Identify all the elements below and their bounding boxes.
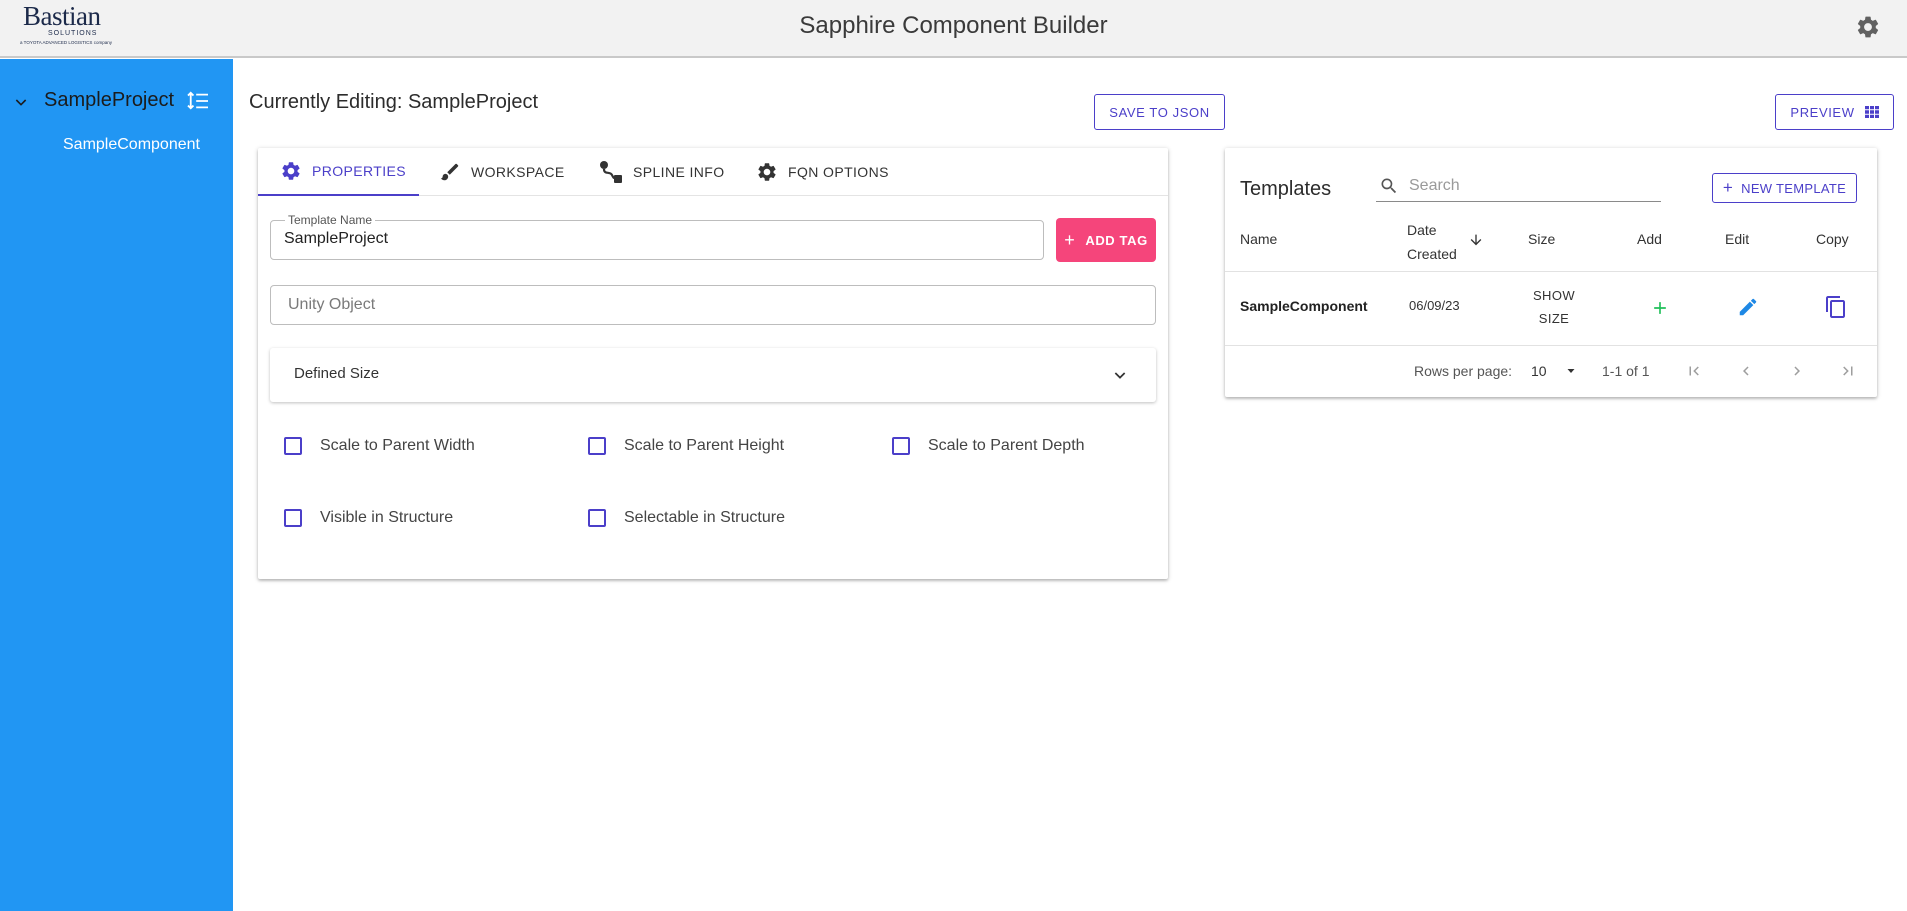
arrow-down-icon[interactable] <box>1468 232 1484 248</box>
checkbox-label: Scale to Parent Depth <box>928 437 1085 454</box>
brush-icon <box>440 163 459 181</box>
pagination-range: 1-1 of 1 <box>1602 363 1650 379</box>
add-tag-button[interactable]: + ADD TAG <box>1056 218 1156 262</box>
checkbox-box <box>284 437 302 455</box>
sort-list-icon[interactable] <box>187 91 209 111</box>
defined-size-panel[interactable]: Defined Size <box>270 348 1156 402</box>
templates-title: Templates <box>1240 178 1332 200</box>
defined-size-label: Defined Size <box>294 365 380 382</box>
rows-per-page-value: 10 <box>1531 363 1547 379</box>
gear-icon <box>758 163 776 181</box>
visible-in-structure-checkbox[interactable]: Visible in Structure <box>284 509 453 527</box>
app-header: Bastian SOLUTIONS a TOYOTA ADVANCED LOGI… <box>0 0 1907 58</box>
checkbox-label: Scale to Parent Width <box>320 437 475 454</box>
column-header-size: Size <box>1528 231 1556 247</box>
unity-object-placeholder: Unity Object <box>288 296 376 313</box>
chevron-down-icon <box>1114 372 1126 379</box>
save-to-json-label: SAVE TO JSON <box>1109 104 1210 120</box>
checkbox-label: Selectable in Structure <box>624 509 785 526</box>
search-input[interactable] <box>1409 174 1659 198</box>
add-tag-label: ADD TAG <box>1085 232 1148 248</box>
column-header-name[interactable]: Name <box>1240 231 1277 247</box>
sidebar <box>0 59 233 911</box>
date-header-line2: Created <box>1407 246 1457 262</box>
tab-workspace-label: WORKSPACE <box>471 164 565 180</box>
checkbox-box <box>588 437 606 455</box>
column-header-date-created[interactable]: Date Created <box>1407 218 1457 266</box>
template-name-label: Template Name <box>285 213 376 227</box>
next-page-icon[interactable] <box>1788 362 1806 380</box>
scale-to-parent-width-checkbox[interactable]: Scale to Parent Width <box>284 437 475 455</box>
tab-fqn-options-label: FQN OPTIONS <box>788 164 889 180</box>
chevron-down-icon[interactable] <box>13 94 29 110</box>
gear-icon <box>282 162 300 180</box>
tab-properties-label: PROPERTIES <box>312 163 406 179</box>
checkbox-box <box>284 509 302 527</box>
checkbox-box <box>892 437 910 455</box>
add-icon[interactable] <box>1650 298 1670 318</box>
checkbox-label: Visible in Structure <box>320 509 454 526</box>
plus-icon: + <box>1722 178 1734 197</box>
tab-properties[interactable]: PROPERTIES <box>258 148 419 196</box>
column-header-add: Add <box>1637 231 1662 247</box>
scale-to-parent-depth-checkbox[interactable]: Scale to Parent Depth <box>892 437 1085 455</box>
template-name-field[interactable]: Template Name SampleProject <box>270 213 1044 260</box>
editor-tabs: PROPERTIES WORKSPACE SPLINE INFO FQN OPT… <box>258 148 1168 196</box>
edit-pencil-icon[interactable] <box>1737 296 1759 318</box>
last-page-icon[interactable] <box>1839 362 1857 380</box>
gear-icon <box>1857 16 1879 38</box>
previous-page-icon[interactable] <box>1737 362 1755 380</box>
show-size-line2: SIZE <box>1538 311 1570 326</box>
unity-object-field[interactable]: Unity Object <box>270 285 1156 325</box>
search-icon <box>1381 178 1397 194</box>
rows-per-page-select[interactable]: 10 <box>1531 363 1577 379</box>
page-title: Currently Editing: SampleProject <box>249 91 539 113</box>
column-header-copy: Copy <box>1816 231 1849 247</box>
checkbox-label: Scale to Parent Height <box>624 437 785 454</box>
tab-workspace[interactable]: WORKSPACE <box>439 148 565 196</box>
copy-icon[interactable] <box>1824 295 1848 319</box>
template-name-value: SampleProject <box>284 230 389 247</box>
checkbox-box <box>588 509 606 527</box>
preview-label: PREVIEW <box>1790 104 1855 120</box>
scale-to-parent-height-checkbox[interactable]: Scale to Parent Height <box>588 437 784 455</box>
tab-spline-info[interactable]: SPLINE INFO <box>599 148 725 196</box>
tab-spline-info-label: SPLINE INFO <box>633 164 725 180</box>
column-header-edit: Edit <box>1725 231 1750 247</box>
templates-card: Templates + NEW TEMPLATE Name Date Creat… <box>1225 148 1877 397</box>
preview-button[interactable]: PREVIEW <box>1775 94 1894 130</box>
dropdown-arrow-icon <box>1567 369 1575 373</box>
grid-icon <box>1864 106 1879 118</box>
first-page-icon[interactable] <box>1685 362 1703 380</box>
row-name: SampleComponent <box>1240 298 1368 314</box>
tree-project-label[interactable]: SampleProject <box>44 89 174 112</box>
date-header-line1: Date <box>1407 222 1437 238</box>
spline-icon <box>600 161 622 183</box>
table-divider <box>1225 345 1877 346</box>
app-title: Sapphire Component Builder <box>799 12 1108 39</box>
tree-item-samplecomponent[interactable]: SampleComponent <box>63 136 200 154</box>
table-divider <box>1225 271 1877 272</box>
selectable-in-structure-checkbox[interactable]: Selectable in Structure <box>588 509 785 527</box>
plus-icon: + <box>1064 229 1076 250</box>
show-size-button[interactable]: SHOW SIZE <box>1531 284 1577 330</box>
row-date: 06/09/23 <box>1409 298 1460 313</box>
rows-per-page-label: Rows per page: <box>1414 363 1513 379</box>
logo-tag: a TOYOTA ADVANCED LOGISTICS company <box>20 40 112 45</box>
tab-fqn-options[interactable]: FQN OPTIONS <box>756 148 889 196</box>
new-template-button[interactable]: + NEW TEMPLATE <box>1712 173 1857 203</box>
show-size-line1: SHOW <box>1532 288 1576 303</box>
search-underline <box>1376 201 1661 202</box>
settings-button[interactable] <box>1855 14 1881 40</box>
save-to-json-button[interactable]: SAVE TO JSON <box>1094 94 1225 130</box>
new-template-label: NEW TEMPLATE <box>1741 180 1847 196</box>
